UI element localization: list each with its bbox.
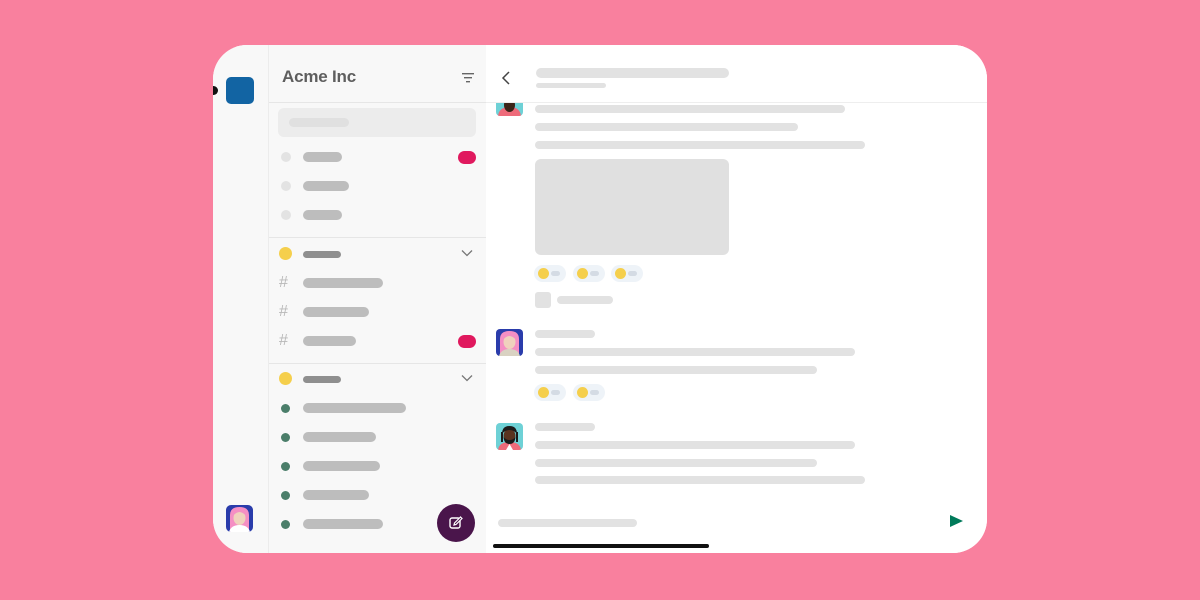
app-window: Acme Inc # # # xyxy=(213,45,987,553)
dm-label xyxy=(303,519,383,529)
channel-label xyxy=(303,307,369,317)
item-icon xyxy=(281,152,291,162)
camera-dot xyxy=(213,86,218,95)
emoji-icon xyxy=(538,387,549,398)
message-avatar[interactable] xyxy=(496,329,523,356)
section-label xyxy=(303,251,341,258)
avatar-person-pink-hair-icon xyxy=(496,329,523,356)
channel-label xyxy=(303,336,356,346)
conversation-subtitle xyxy=(536,83,606,88)
reaction-pill[interactable] xyxy=(534,384,566,401)
message-author xyxy=(535,330,595,338)
message-line xyxy=(535,141,865,149)
divider xyxy=(269,102,486,103)
reaction-count xyxy=(628,271,637,276)
channel-item[interactable]: # xyxy=(269,273,486,293)
message-line xyxy=(535,441,855,449)
dm-label xyxy=(303,490,369,500)
dm-label xyxy=(303,461,380,471)
message-line xyxy=(535,476,865,484)
channel-item[interactable]: # xyxy=(269,302,486,322)
thread-replies-link[interactable] xyxy=(557,296,613,304)
search-input[interactable] xyxy=(278,108,476,137)
compose-icon xyxy=(449,516,463,529)
presence-icon xyxy=(281,520,290,529)
section-icon xyxy=(279,247,292,260)
item-label xyxy=(303,210,342,220)
message-line xyxy=(535,459,817,467)
emoji-icon xyxy=(577,268,588,279)
current-user-avatar[interactable] xyxy=(226,505,253,532)
reaction-pill[interactable] xyxy=(534,265,566,282)
emoji-icon xyxy=(538,268,549,279)
presence-icon xyxy=(281,491,290,500)
reaction-count xyxy=(551,390,560,395)
chevron-left-icon[interactable] xyxy=(501,71,511,85)
workspace-switcher-icon[interactable] xyxy=(226,77,254,104)
section-header-direct-messages[interactable] xyxy=(269,369,486,389)
item-icon xyxy=(281,210,291,220)
filter-icon[interactable] xyxy=(462,73,474,83)
reaction-count xyxy=(590,390,599,395)
sidebar-item[interactable] xyxy=(269,176,486,196)
reaction-pill[interactable] xyxy=(573,265,605,282)
message-author xyxy=(535,423,595,431)
divider xyxy=(269,363,486,364)
avatar-person-pink-hair-icon xyxy=(226,505,253,532)
message-line xyxy=(535,348,855,356)
section-label xyxy=(303,376,341,383)
chevron-down-icon[interactable] xyxy=(461,249,473,257)
channel-sidebar: Acme Inc # # # xyxy=(269,45,487,553)
hash-icon: # xyxy=(279,332,288,349)
item-label xyxy=(303,152,342,162)
presence-icon xyxy=(281,433,290,442)
message-avatar[interactable] xyxy=(496,423,523,450)
channel-item[interactable]: # xyxy=(269,331,486,351)
item-icon xyxy=(281,181,291,191)
dm-item[interactable] xyxy=(269,427,486,447)
emoji-icon xyxy=(577,387,588,398)
thread-avatar xyxy=(535,292,551,308)
reaction-count xyxy=(590,271,599,276)
section-header-channels[interactable] xyxy=(269,244,486,264)
home-indicator xyxy=(493,544,709,548)
item-label xyxy=(303,181,349,191)
conversation-pane xyxy=(486,45,987,553)
compose-button[interactable] xyxy=(437,504,475,542)
dm-item[interactable] xyxy=(269,485,486,505)
section-icon xyxy=(279,372,292,385)
message-line xyxy=(535,105,845,113)
reaction-pill[interactable] xyxy=(611,265,643,282)
image-attachment[interactable] xyxy=(535,159,729,255)
message-input[interactable] xyxy=(498,519,637,527)
presence-icon xyxy=(281,404,290,413)
sidebar-item[interactable] xyxy=(269,147,486,167)
unread-badge xyxy=(458,151,476,164)
search-placeholder xyxy=(289,118,349,127)
sidebar-item[interactable] xyxy=(269,205,486,225)
presence-icon xyxy=(281,462,290,471)
avatar-person-beard-icon xyxy=(496,423,523,450)
dm-label xyxy=(303,403,406,413)
reaction-pill[interactable] xyxy=(573,384,605,401)
hash-icon: # xyxy=(279,303,288,320)
channel-label xyxy=(303,278,383,288)
conversation-title xyxy=(536,68,729,78)
dm-label xyxy=(303,432,376,442)
dm-item[interactable] xyxy=(269,456,486,476)
message-line xyxy=(535,366,817,374)
conversation-header xyxy=(486,45,987,103)
workspace-rail xyxy=(213,45,269,553)
reaction-count xyxy=(551,271,560,276)
unread-badge xyxy=(458,335,476,348)
chevron-down-icon[interactable] xyxy=(461,374,473,382)
workspace-name[interactable]: Acme Inc xyxy=(282,67,356,87)
divider xyxy=(269,237,486,238)
send-icon[interactable] xyxy=(948,514,964,528)
message-line xyxy=(535,123,798,131)
dm-item[interactable] xyxy=(269,398,486,418)
hash-icon: # xyxy=(279,274,288,291)
emoji-icon xyxy=(615,268,626,279)
